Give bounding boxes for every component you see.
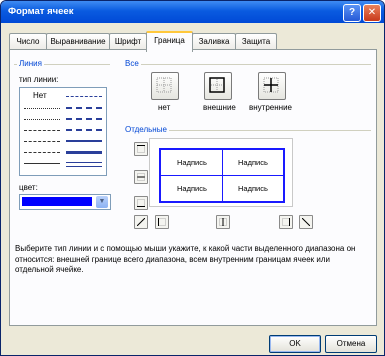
tab-fill[interactable]: Заливка (192, 33, 236, 50)
border-top-icon (137, 145, 145, 153)
preset-inside-label: внутренние (249, 103, 292, 112)
line-style-medium-dash-dot-dot[interactable] (66, 96, 102, 97)
dialog-title: Формат ячеек (8, 6, 74, 17)
preset-outline-button[interactable] (204, 72, 232, 100)
help-button[interactable]: ? (343, 4, 361, 22)
tab-font[interactable]: Шрифт (109, 33, 147, 50)
border-horizontal-icon (137, 173, 145, 181)
border-none-icon (156, 77, 172, 93)
title-bar: Формат ячеек ? ✕ (1, 1, 384, 23)
line-group-legend: Линия (17, 59, 44, 68)
separate-group-legend: Отдельные (123, 125, 169, 134)
all-group-divider (123, 64, 371, 65)
border-tab-panel: Линия тип линии: Нет цвет: ▼ Все нет вне… (9, 49, 377, 326)
border-inside-icon (263, 77, 279, 93)
line-style-medium-dashed[interactable] (66, 129, 102, 131)
line-style-double[interactable] (66, 162, 102, 167)
border-left-button[interactable] (155, 215, 169, 229)
line-style-dotted[interactable] (24, 119, 60, 120)
ok-button[interactable]: OK (269, 335, 321, 353)
diagonal-down-icon (302, 218, 310, 226)
border-bottom-button[interactable] (134, 196, 148, 210)
line-style-none[interactable]: Нет (33, 91, 47, 100)
cancel-button[interactable]: Отмена (325, 335, 377, 353)
line-style-dashed[interactable] (24, 152, 60, 153)
line-style-dash-dot-dot[interactable] (24, 130, 60, 131)
tab-alignment[interactable]: Выравнивание (46, 33, 110, 50)
preview-cell-text: Надпись (238, 184, 268, 193)
format-cells-dialog: Формат ячеек ? ✕ Число Выравнивание Шриф… (0, 0, 385, 356)
preset-none-button[interactable] (151, 72, 179, 100)
preset-outline-label: внешние (203, 103, 236, 112)
line-style-slanted-dash-dot[interactable] (66, 107, 102, 109)
line-style-hairline-dotted[interactable] (24, 108, 60, 109)
preview-grid: Надпись Надпись Надпись Надпись (159, 148, 285, 203)
line-style-medium-dash-dot[interactable] (66, 118, 102, 120)
color-select[interactable]: ▼ (19, 194, 111, 210)
tab-border[interactable]: Граница (146, 31, 193, 52)
border-bottom-icon (137, 199, 145, 207)
line-style-medium[interactable] (66, 140, 102, 142)
border-vertical-icon (219, 218, 227, 226)
preview-cell-text: Надпись (177, 158, 207, 167)
all-group-legend: Все (123, 59, 141, 68)
preset-inside-button[interactable] (258, 72, 286, 100)
color-label: цвет: (19, 183, 38, 192)
border-outline-icon (209, 77, 225, 93)
border-diagonal-up-button[interactable] (134, 215, 148, 229)
tab-number[interactable]: Число (9, 33, 47, 50)
border-middle-horizontal-button[interactable] (134, 170, 148, 184)
border-left-icon (158, 218, 166, 226)
border-preview[interactable]: Надпись Надпись Надпись Надпись (149, 138, 293, 207)
preset-none-label: нет (158, 103, 171, 112)
line-style-dash-dot[interactable] (24, 141, 60, 142)
diagonal-up-icon (137, 218, 145, 226)
close-button[interactable]: ✕ (363, 4, 381, 22)
border-diagonal-down-button[interactable] (299, 215, 313, 229)
border-top-button[interactable] (134, 142, 148, 156)
line-type-label: тип линии: (19, 75, 59, 84)
preview-cell-text: Надпись (238, 158, 268, 167)
border-right-button[interactable] (279, 215, 293, 229)
line-style-list[interactable]: Нет (19, 87, 107, 176)
line-style-thin[interactable] (24, 163, 60, 164)
preview-horizontal-line (161, 175, 283, 176)
line-style-thick[interactable] (66, 151, 102, 154)
instructions-text: Выберите тип линии и с помощью мыши укаж… (15, 244, 356, 274)
color-swatch (22, 197, 92, 206)
tab-protection[interactable]: Защита (235, 33, 277, 50)
border-right-icon (282, 218, 290, 226)
preview-cell-text: Надпись (177, 184, 207, 193)
chevron-down-icon[interactable]: ▼ (96, 196, 108, 208)
border-middle-vertical-button[interactable] (216, 215, 230, 229)
